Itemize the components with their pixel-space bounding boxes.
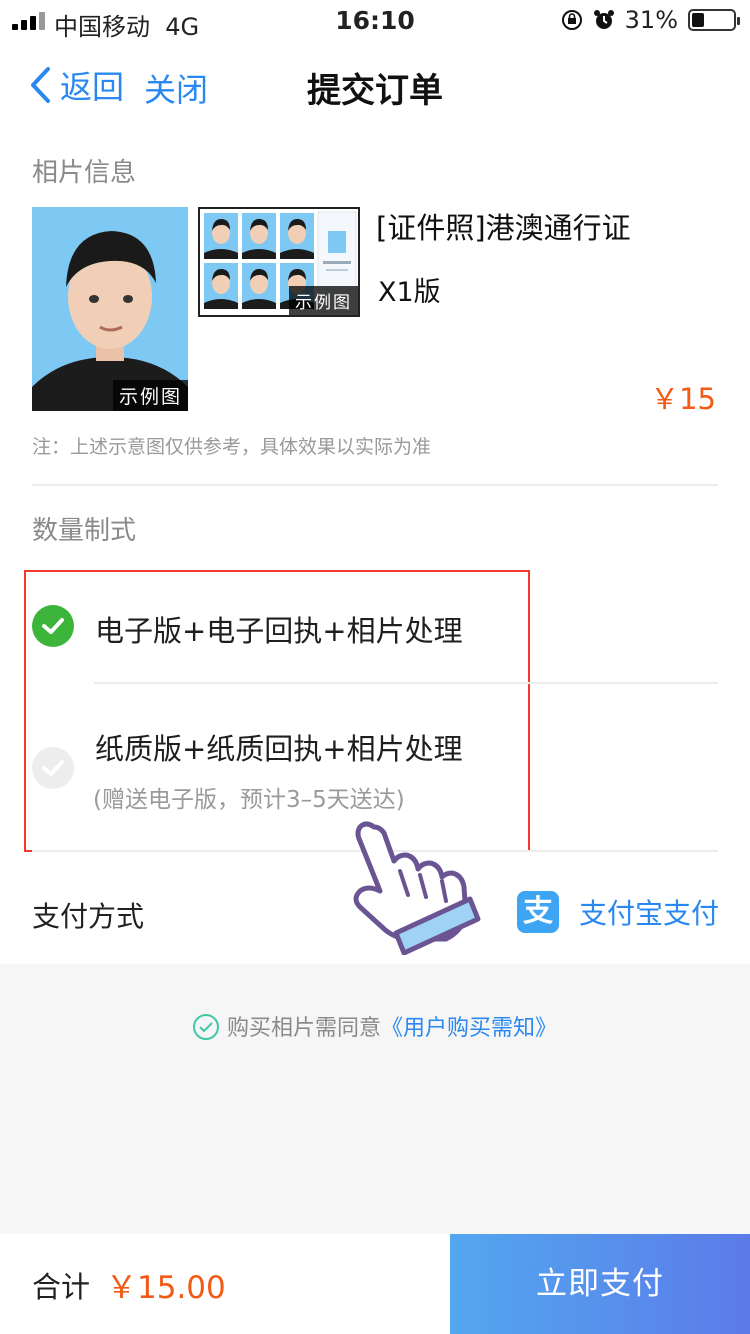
product-version: X1版 <box>378 277 441 308</box>
product-name: [证件照]港澳通行证 <box>376 211 631 245</box>
battery-percent: 31% <box>624 6 678 34</box>
status-bar: 中国移动 4G 16:10 31% <box>0 0 750 41</box>
alipay-label: 支付宝支付 <box>579 897 720 930</box>
mini-portrait <box>204 213 238 259</box>
sample-tag: 示例图 <box>289 286 358 315</box>
payment-method-label: 支付方式 <box>32 900 145 933</box>
battery-icon <box>688 9 740 31</box>
sample-photo: 示例图 <box>32 207 188 411</box>
option-sublabel: (赠送电子版，预计3–5天送达) <box>93 787 405 813</box>
agreement-text: 购买相片需同意 <box>226 1016 381 1041</box>
total-amount: ￥15.00 <box>106 1270 226 1306</box>
pay-now-button[interactable]: 立即支付 <box>450 1234 750 1334</box>
product-price: ￥15 <box>650 382 716 416</box>
alipay-icon: 支 <box>517 891 559 933</box>
alarm-icon <box>593 10 614 29</box>
disclaimer-note: 注：上述示意图仅供参考，具体效果以实际为准 <box>32 436 432 458</box>
alipay-option[interactable]: 支 支付宝支付 <box>517 891 719 933</box>
rotation-lock-icon <box>561 10 582 30</box>
divider <box>94 682 718 684</box>
photo-info-section-label: 相片信息 <box>32 158 137 188</box>
sample-tag: 示例图 <box>112 380 188 411</box>
print-sheet-preview: 示例图 <box>198 207 360 317</box>
agreement-row: 购买相片需同意《用户购买需知》 <box>0 1010 750 1042</box>
quantity-section-label: 数量制式 <box>32 516 137 546</box>
check-unselected-icon[interactable] <box>32 747 74 789</box>
mini-portrait <box>242 213 276 259</box>
check-circle-icon[interactable] <box>192 1014 219 1040</box>
hand-pointer-icon <box>353 821 481 955</box>
option-label: 纸质版+纸质回执+相片处理 <box>95 732 463 766</box>
mini-portrait <box>204 263 238 309</box>
checkout-bar: 合计 ￥15.00 立即支付 <box>0 1234 750 1334</box>
content-background <box>0 964 750 1234</box>
divider <box>32 484 718 486</box>
total-label: 合计 <box>32 1270 91 1304</box>
check-selected-icon[interactable] <box>32 605 74 647</box>
mini-portrait <box>242 263 276 309</box>
agreement-link[interactable]: 《用户购买需知》 <box>381 1016 557 1041</box>
page-title: 提交订单 <box>307 71 443 111</box>
mini-portrait <box>280 213 314 259</box>
navigation-bar: 返回 关闭 提交订单 <box>0 40 750 130</box>
option-label: 电子版+电子回执+相片处理 <box>95 614 463 648</box>
